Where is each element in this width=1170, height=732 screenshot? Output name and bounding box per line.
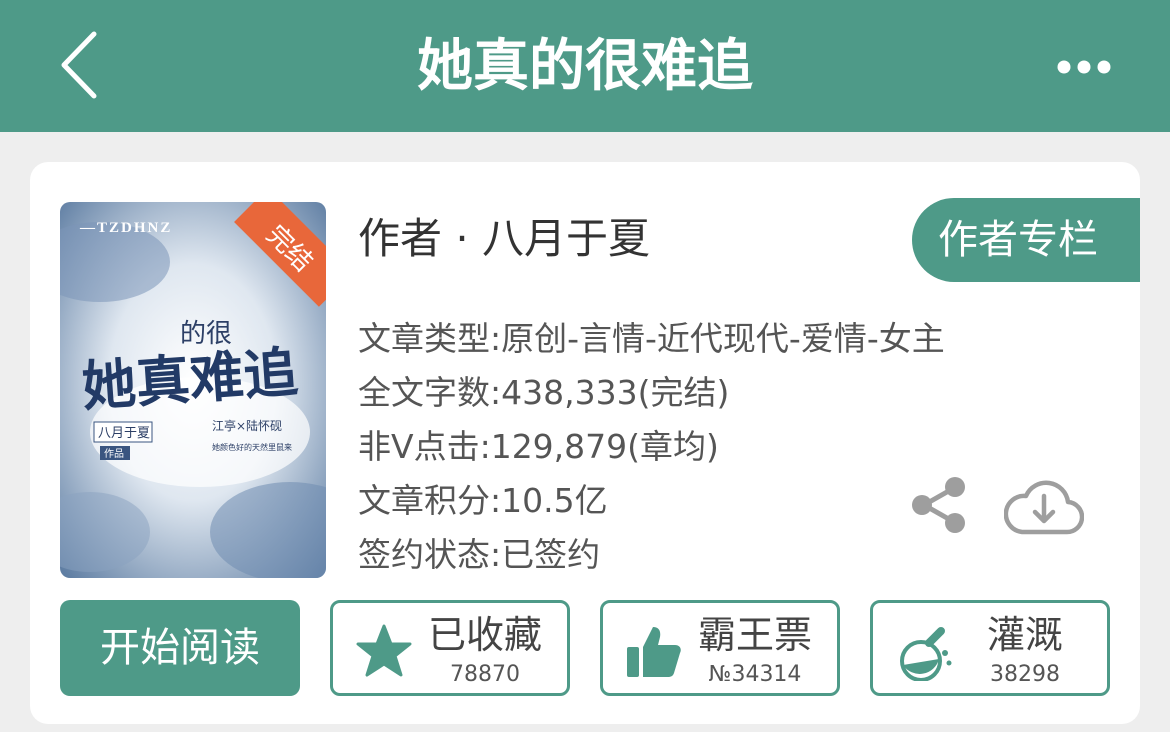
info-contract-status: 签约状态:已签约 [358,535,601,574]
vote-button[interactable]: 霸王票 №34314 [600,600,840,696]
vote-count: №34314 [708,662,802,687]
cover-author-tag: 八月于夏 [98,426,150,441]
cover-couple: 江亭×陆怀砚 [212,418,282,433]
cover-tagline: 她颜色好的天然里鼠来 [212,442,292,452]
cover-author-sub: 作品 [104,448,124,460]
water-count: 38298 [990,662,1060,687]
vote-label: 霸王票 [697,613,812,657]
info-score: 文章积分:10.5亿 [358,481,608,520]
favorite-count: 78870 [450,662,520,687]
favorite-button[interactable]: 已收藏 78870 [330,600,570,696]
water-label: 灌溉 [986,613,1063,657]
book-info-card: —TZDHNZ 的很 她真难追 八月于夏 作品 江亭×陆怀砚 她颜色好的天然里鼠… [30,162,1140,724]
author-column-button[interactable]: 作者专栏 [912,198,1140,282]
cover-brand: —TZDHNZ [79,220,172,236]
author-name: 作者 · 八月于夏 [358,214,651,263]
info-clicks: 非V点击:129,879(章均) [358,427,719,466]
favorite-label: 已收藏 [427,613,542,657]
book-info-list: 文章类型:原创-言情-近代现代-爱情-女主 全文字数:438,333(完结) 非… [358,312,945,582]
water-button[interactable]: 灌溉 38298 [870,600,1110,696]
info-word-count: 全文字数:438,333(完结) [358,373,730,412]
more-dots-icon[interactable] [1056,56,1112,78]
page-title: 她真的很难追 [417,34,753,99]
start-reading-button[interactable]: 开始阅读 [60,600,300,696]
info-genre: 文章类型:原创-言情-近代现代-爱情-女主 [358,319,945,358]
cloud-download-icon[interactable] [1004,474,1084,536]
share-icon[interactable] [910,476,968,534]
book-cover-image[interactable]: —TZDHNZ 的很 她真难追 八月于夏 作品 江亭×陆怀砚 她颜色好的天然里鼠… [60,202,326,578]
top-nav-bar: 她真的很难追 [0,0,1170,132]
